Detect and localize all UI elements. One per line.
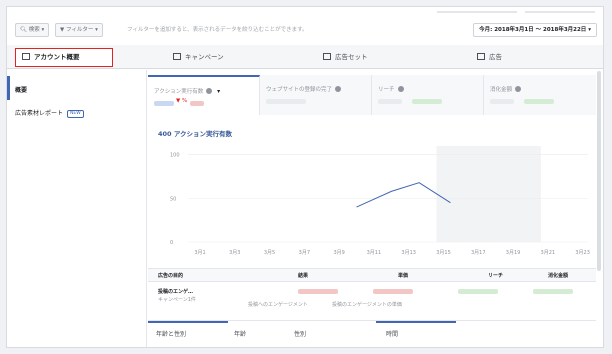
tab-account-overview[interactable]: アカウント概要: [15, 48, 113, 67]
x-tick-label: 3月15: [436, 250, 451, 256]
date-range-picker[interactable]: 今月: 2018年3月1日 ～ 2018年3月22日 ▾: [473, 23, 597, 37]
blurred-value: [524, 99, 554, 104]
x-tick-label: 3月23: [575, 250, 590, 256]
blurred-value: [412, 99, 442, 104]
tab-gender[interactable]: 性別: [294, 329, 306, 338]
level-tabs: アカウント概要 キャンペーン 広告セット 広告: [7, 45, 603, 69]
x-tick-label: 3月3: [229, 250, 240, 256]
column-header: リーチ: [488, 273, 504, 279]
info-icon: [397, 86, 404, 92]
active-tab-indicator: [376, 321, 456, 323]
funnel-icon: ▼: [60, 27, 65, 33]
blurred-value: [490, 99, 514, 104]
sidebar-item-creative-report[interactable]: 広告素材レポート NEW: [15, 108, 84, 118]
blurred-value: [190, 101, 204, 106]
blurred-value: [458, 289, 498, 294]
x-tick-label: 3月5: [264, 250, 275, 256]
column-header: 結果: [298, 273, 309, 279]
tab-ad-sets[interactable]: 広告セット: [323, 45, 368, 69]
main-panel: アクション実行有数 ▾ ▼ % ウェブサイトの登録の完了 リーチ 消化金額 40…: [148, 70, 596, 347]
search-button[interactable]: 🔍︎ 検索 ▾: [15, 23, 50, 37]
column-header: 広告の目的: [158, 273, 184, 279]
info-icon: [515, 86, 522, 92]
metric-tabs: アクション実行有数 ▾ ▼ % ウェブサイトの登録の完了 リーチ 消化金額: [148, 75, 596, 115]
blurred-value: [378, 99, 402, 104]
scrollbar[interactable]: [597, 71, 601, 271]
dashboard-frame: 🔍︎ 検索 ▾ ▼ フィルター ▾ フィルターを追加すると、表示されるデータを絞…: [6, 6, 604, 348]
breakdown-tabs: 年齢と性別 年齢 性別 時間: [148, 320, 596, 347]
filter-button[interactable]: ▼ フィルター ▾: [55, 23, 103, 37]
info-icon: [335, 86, 342, 92]
line-chart: 0 50 100 3月1 3月3 3月5 3月7 3月9 3月11 3月13 3月15 3月17 3月1…: [170, 146, 590, 256]
column-header: 単価: [398, 273, 409, 279]
metric-tab-registrations[interactable]: ウェブサイトの登録の完了: [260, 75, 372, 115]
metric-tab-actions[interactable]: アクション実行有数 ▾ ▼ %: [148, 75, 260, 115]
series-line: [356, 182, 451, 208]
active-indicator: [7, 76, 10, 100]
objective-sub: キャンペーン1件: [158, 297, 196, 303]
x-tick-label: 3月17: [471, 250, 486, 256]
x-tick-label: 3月7: [299, 250, 310, 256]
y-tick-label: 0: [170, 240, 173, 246]
blurred-value: [298, 289, 338, 294]
tab-campaigns[interactable]: キャンペーン: [173, 45, 224, 69]
search-icon: 🔍︎: [20, 27, 27, 33]
grid-icon: [323, 53, 331, 60]
tab-time[interactable]: 時間: [386, 329, 398, 338]
blurred-value: [154, 101, 174, 106]
x-tick-label: 3月11: [367, 250, 382, 256]
chevron-down-icon: ▾: [217, 88, 221, 95]
delta-down: ▼ %: [176, 98, 188, 104]
blurred-value: [373, 289, 413, 294]
filter-hint: フィルターを追加すると、表示されるデータを絞り込むことができます。: [127, 27, 308, 33]
blurred-value: [533, 289, 573, 294]
objective-name: 投稿のエンゲ…: [158, 289, 194, 295]
tab-ads[interactable]: 広告: [477, 45, 502, 69]
table-row[interactable]: 投稿のエンゲ… キャンペーン1件 投稿へのエンゲージメント 投稿のエンゲージメン…: [148, 284, 596, 314]
cost-label: 投稿のエンゲージメントの単価: [332, 302, 402, 308]
y-tick-label: 100: [170, 153, 180, 159]
x-tick-label: 3月19: [506, 250, 521, 256]
table-header: 広告の目的 結果 単価 リーチ 消化金額: [148, 268, 596, 282]
x-tick-label: 3月21: [541, 250, 556, 256]
ad-icon: [477, 53, 485, 60]
result-label: 投稿へのエンゲージメント: [248, 302, 308, 308]
x-tick-label: 3月1: [194, 250, 205, 256]
x-tick-label: 3月13: [401, 250, 416, 256]
divider-line: [437, 11, 517, 13]
x-tick-label: 3月9: [333, 250, 344, 256]
info-icon: [206, 88, 213, 94]
folder-icon: [173, 53, 181, 60]
column-header: 消化金額: [548, 273, 569, 279]
metric-tab-spend[interactable]: 消化金額: [484, 75, 596, 115]
sidebar: 概要 広告素材レポート NEW: [7, 70, 147, 347]
chart-title: 400 アクション実行有数: [158, 130, 233, 138]
divider-line: [525, 11, 595, 13]
account-icon: [22, 53, 30, 60]
chevron-down-icon: ▾: [588, 27, 591, 33]
y-tick-label: 50: [170, 196, 176, 202]
filter-bar: 🔍︎ 検索 ▾ ▼ フィルター ▾ フィルターを追加すると、表示されるデータを絞…: [7, 21, 603, 43]
tab-age-gender[interactable]: 年齢と性別: [156, 329, 186, 338]
blurred-value: [266, 99, 306, 104]
tab-age[interactable]: 年齢: [234, 329, 246, 338]
sidebar-item-overview[interactable]: 概要: [15, 85, 27, 94]
weekend-band: [436, 146, 541, 242]
new-badge: NEW: [67, 110, 84, 118]
active-tab-indicator: [148, 321, 228, 323]
metric-tab-reach[interactable]: リーチ: [372, 75, 484, 115]
